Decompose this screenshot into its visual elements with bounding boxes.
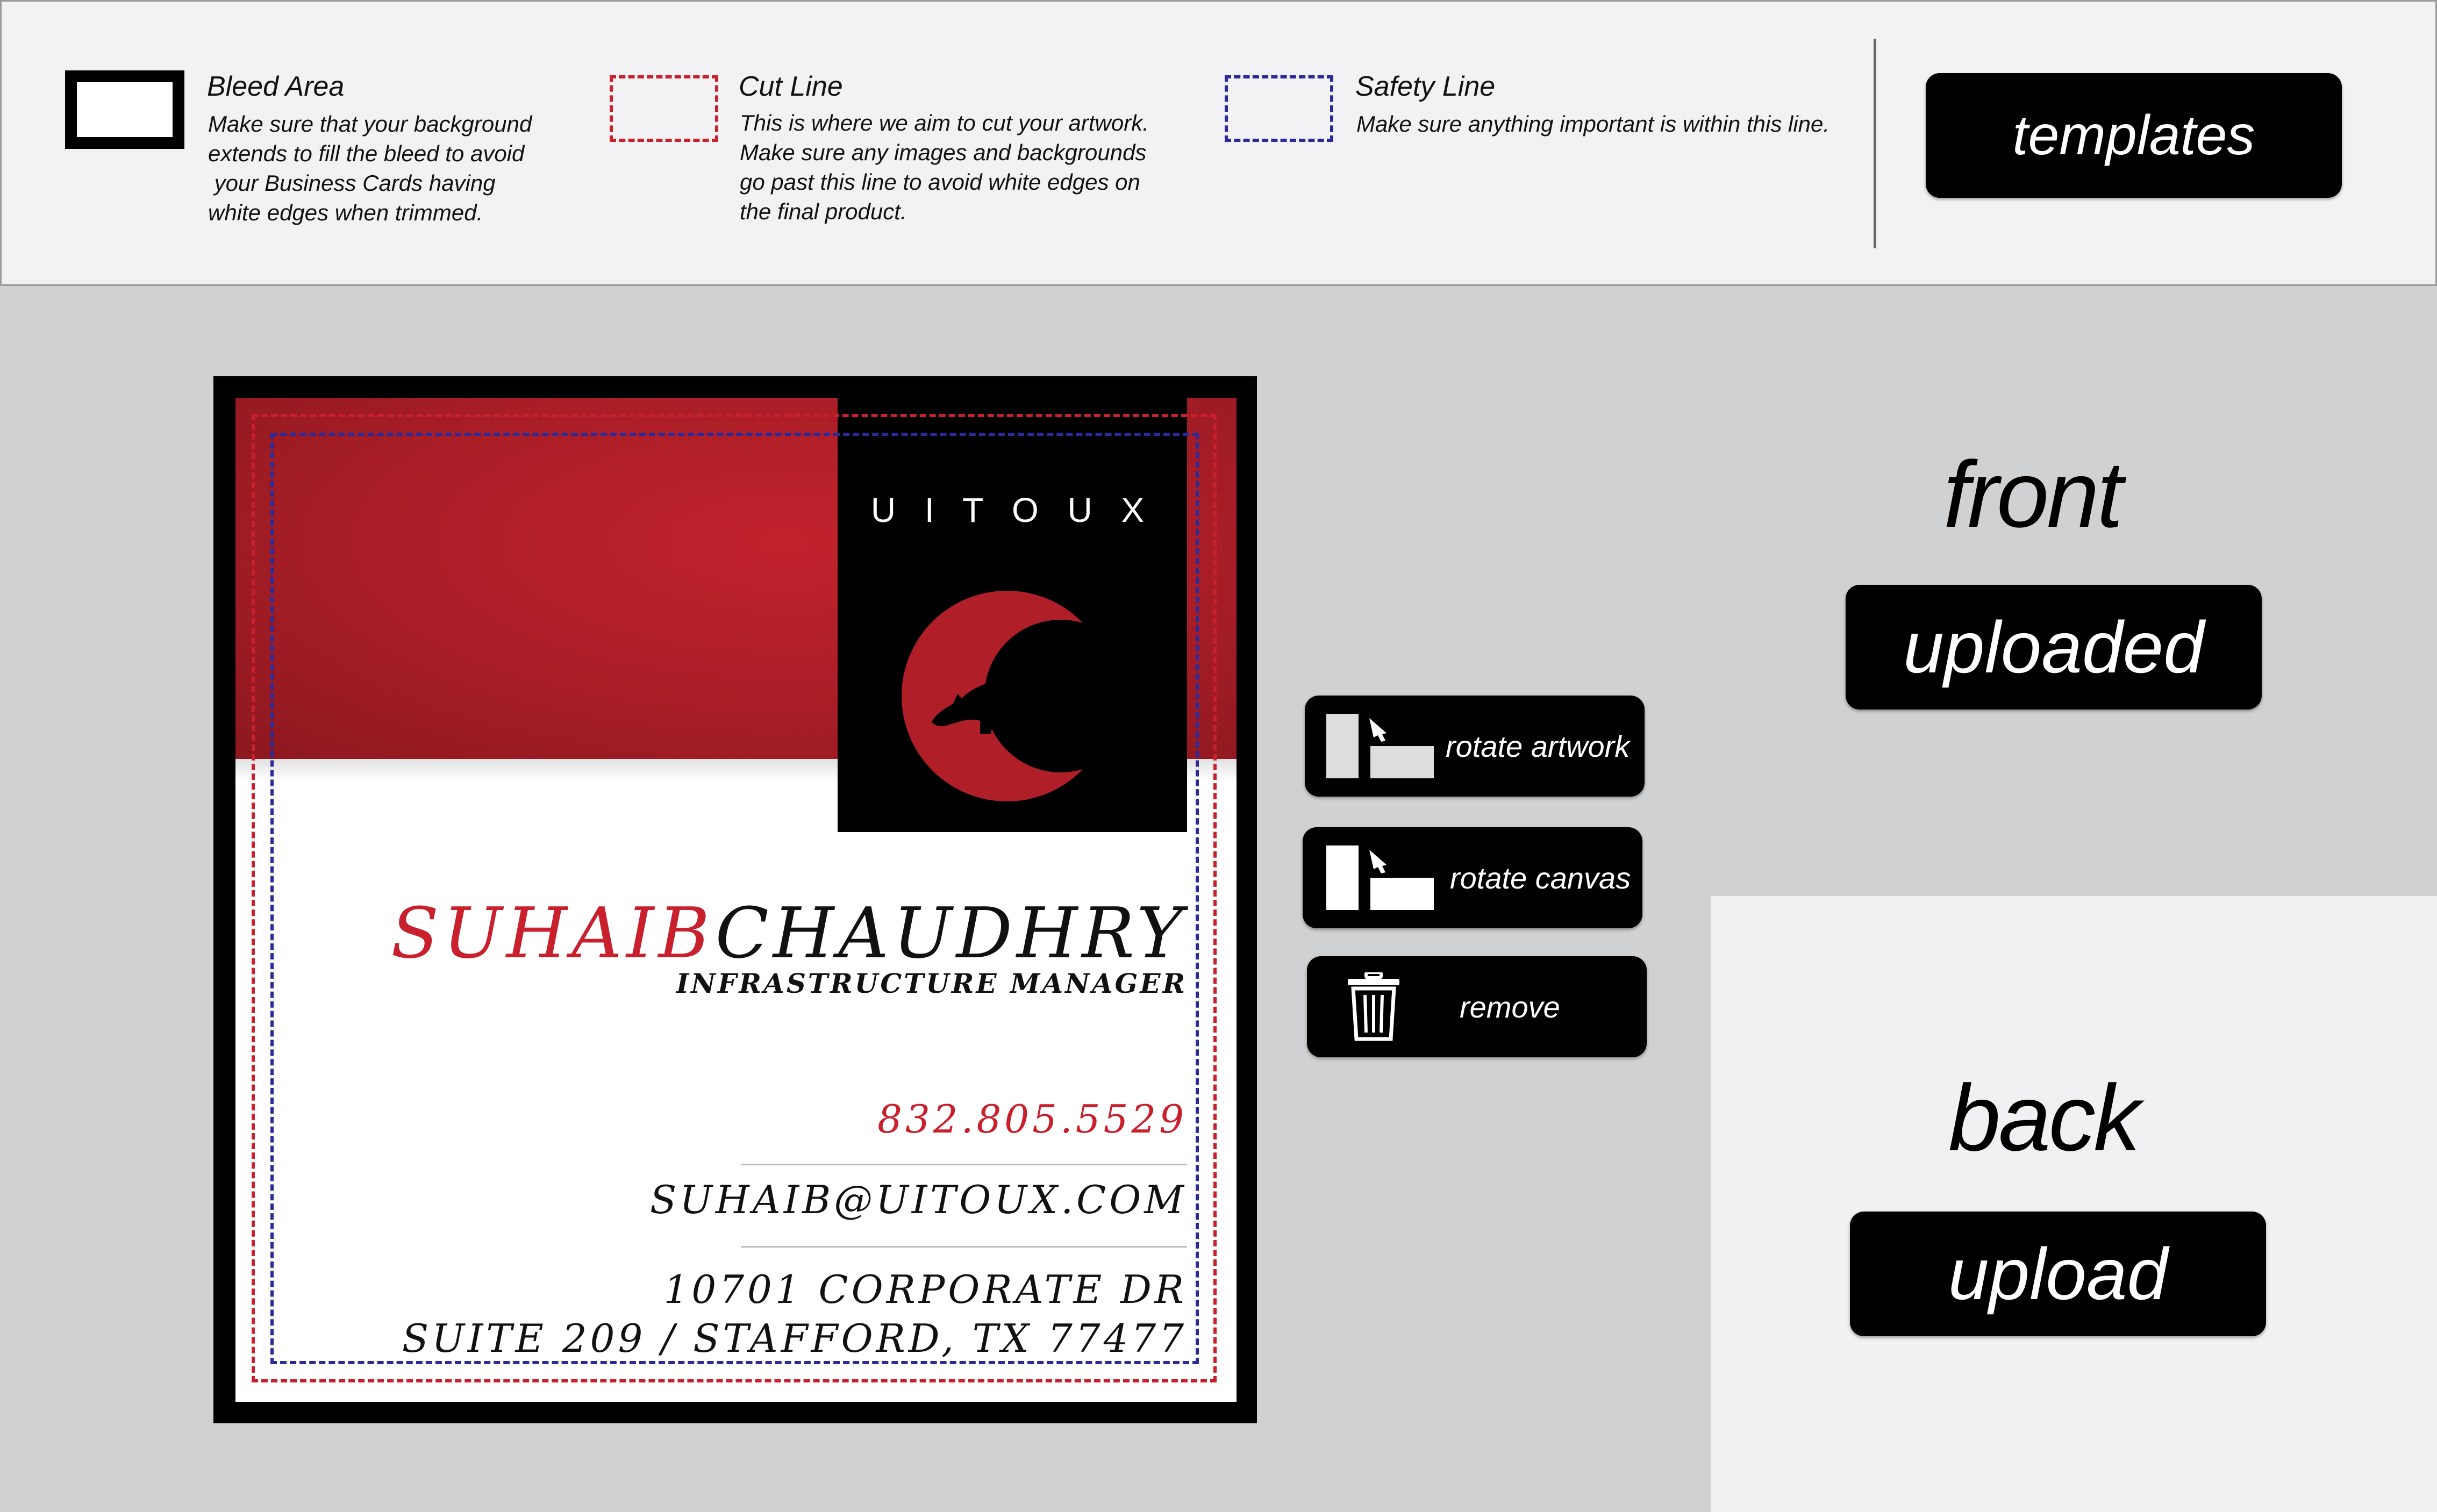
front-uploaded-button[interactable]: uploaded [1846,585,2262,710]
bleed-desc-line: your Business Cards having [208,170,496,196]
back-upload-button[interactable]: upload [1850,1212,2266,1336]
rotate-canvas-label: rotate canvas [1450,861,1631,895]
bleed-desc-line: Make sure that your background [208,111,532,137]
back-side-label: back [1948,1066,2141,1171]
safety-desc-line: Make sure anything important is within t… [1356,111,1830,137]
trash-icon [1348,972,1399,1041]
safety-line-description: Make sure anything important is within t… [1356,109,1829,139]
rotate-artwork-button[interactable]: rotate artwork [1305,696,1645,797]
rotate-canvas-button[interactable]: rotate canvas [1303,827,1642,928]
header-divider [1874,39,1876,248]
rotate-canvas-icon [1326,845,1434,910]
bleed-desc-line: extends to fill the bleed to avoid [208,141,525,166]
bleed-desc-line: white edges when trimmed. [208,200,483,225]
front-side-label: front [1943,442,2123,547]
cut-desc-line: Make sure any images and backgrounds [740,140,1147,165]
cut-line-title: Cut Line [739,71,843,102]
remove-label: remove [1460,990,1560,1024]
business-card-artwork[interactable]: U I T O U X SUHAIBCHAUDHRY INFRASTRUCTUR… [235,398,1237,1402]
cut-line-description: This is where we aim to cut your artwork… [740,108,1149,226]
cut-desc-line: the final product. [740,199,907,224]
safety-line-title: Safety Line [1355,71,1496,102]
cut-line-icon [610,75,718,142]
bleed-area-icon [65,70,184,149]
cut-desc-line: This is where we aim to cut your artwork… [740,110,1149,135]
bleed-area-title: Bleed Area [207,71,345,102]
back-side-panel [1711,896,2437,1512]
templates-button[interactable]: templates [1926,73,2342,198]
rotate-artwork-icon [1326,714,1434,778]
safety-line-icon [1225,75,1333,142]
remove-button[interactable]: remove [1307,956,1647,1057]
rotate-artwork-label: rotate artwork [1446,729,1630,763]
cut-desc-line: go past this line to avoid white edges o… [740,169,1140,195]
safety-line-guide [270,433,1199,1364]
bleed-area-description: Make sure that your background extends t… [208,109,532,227]
